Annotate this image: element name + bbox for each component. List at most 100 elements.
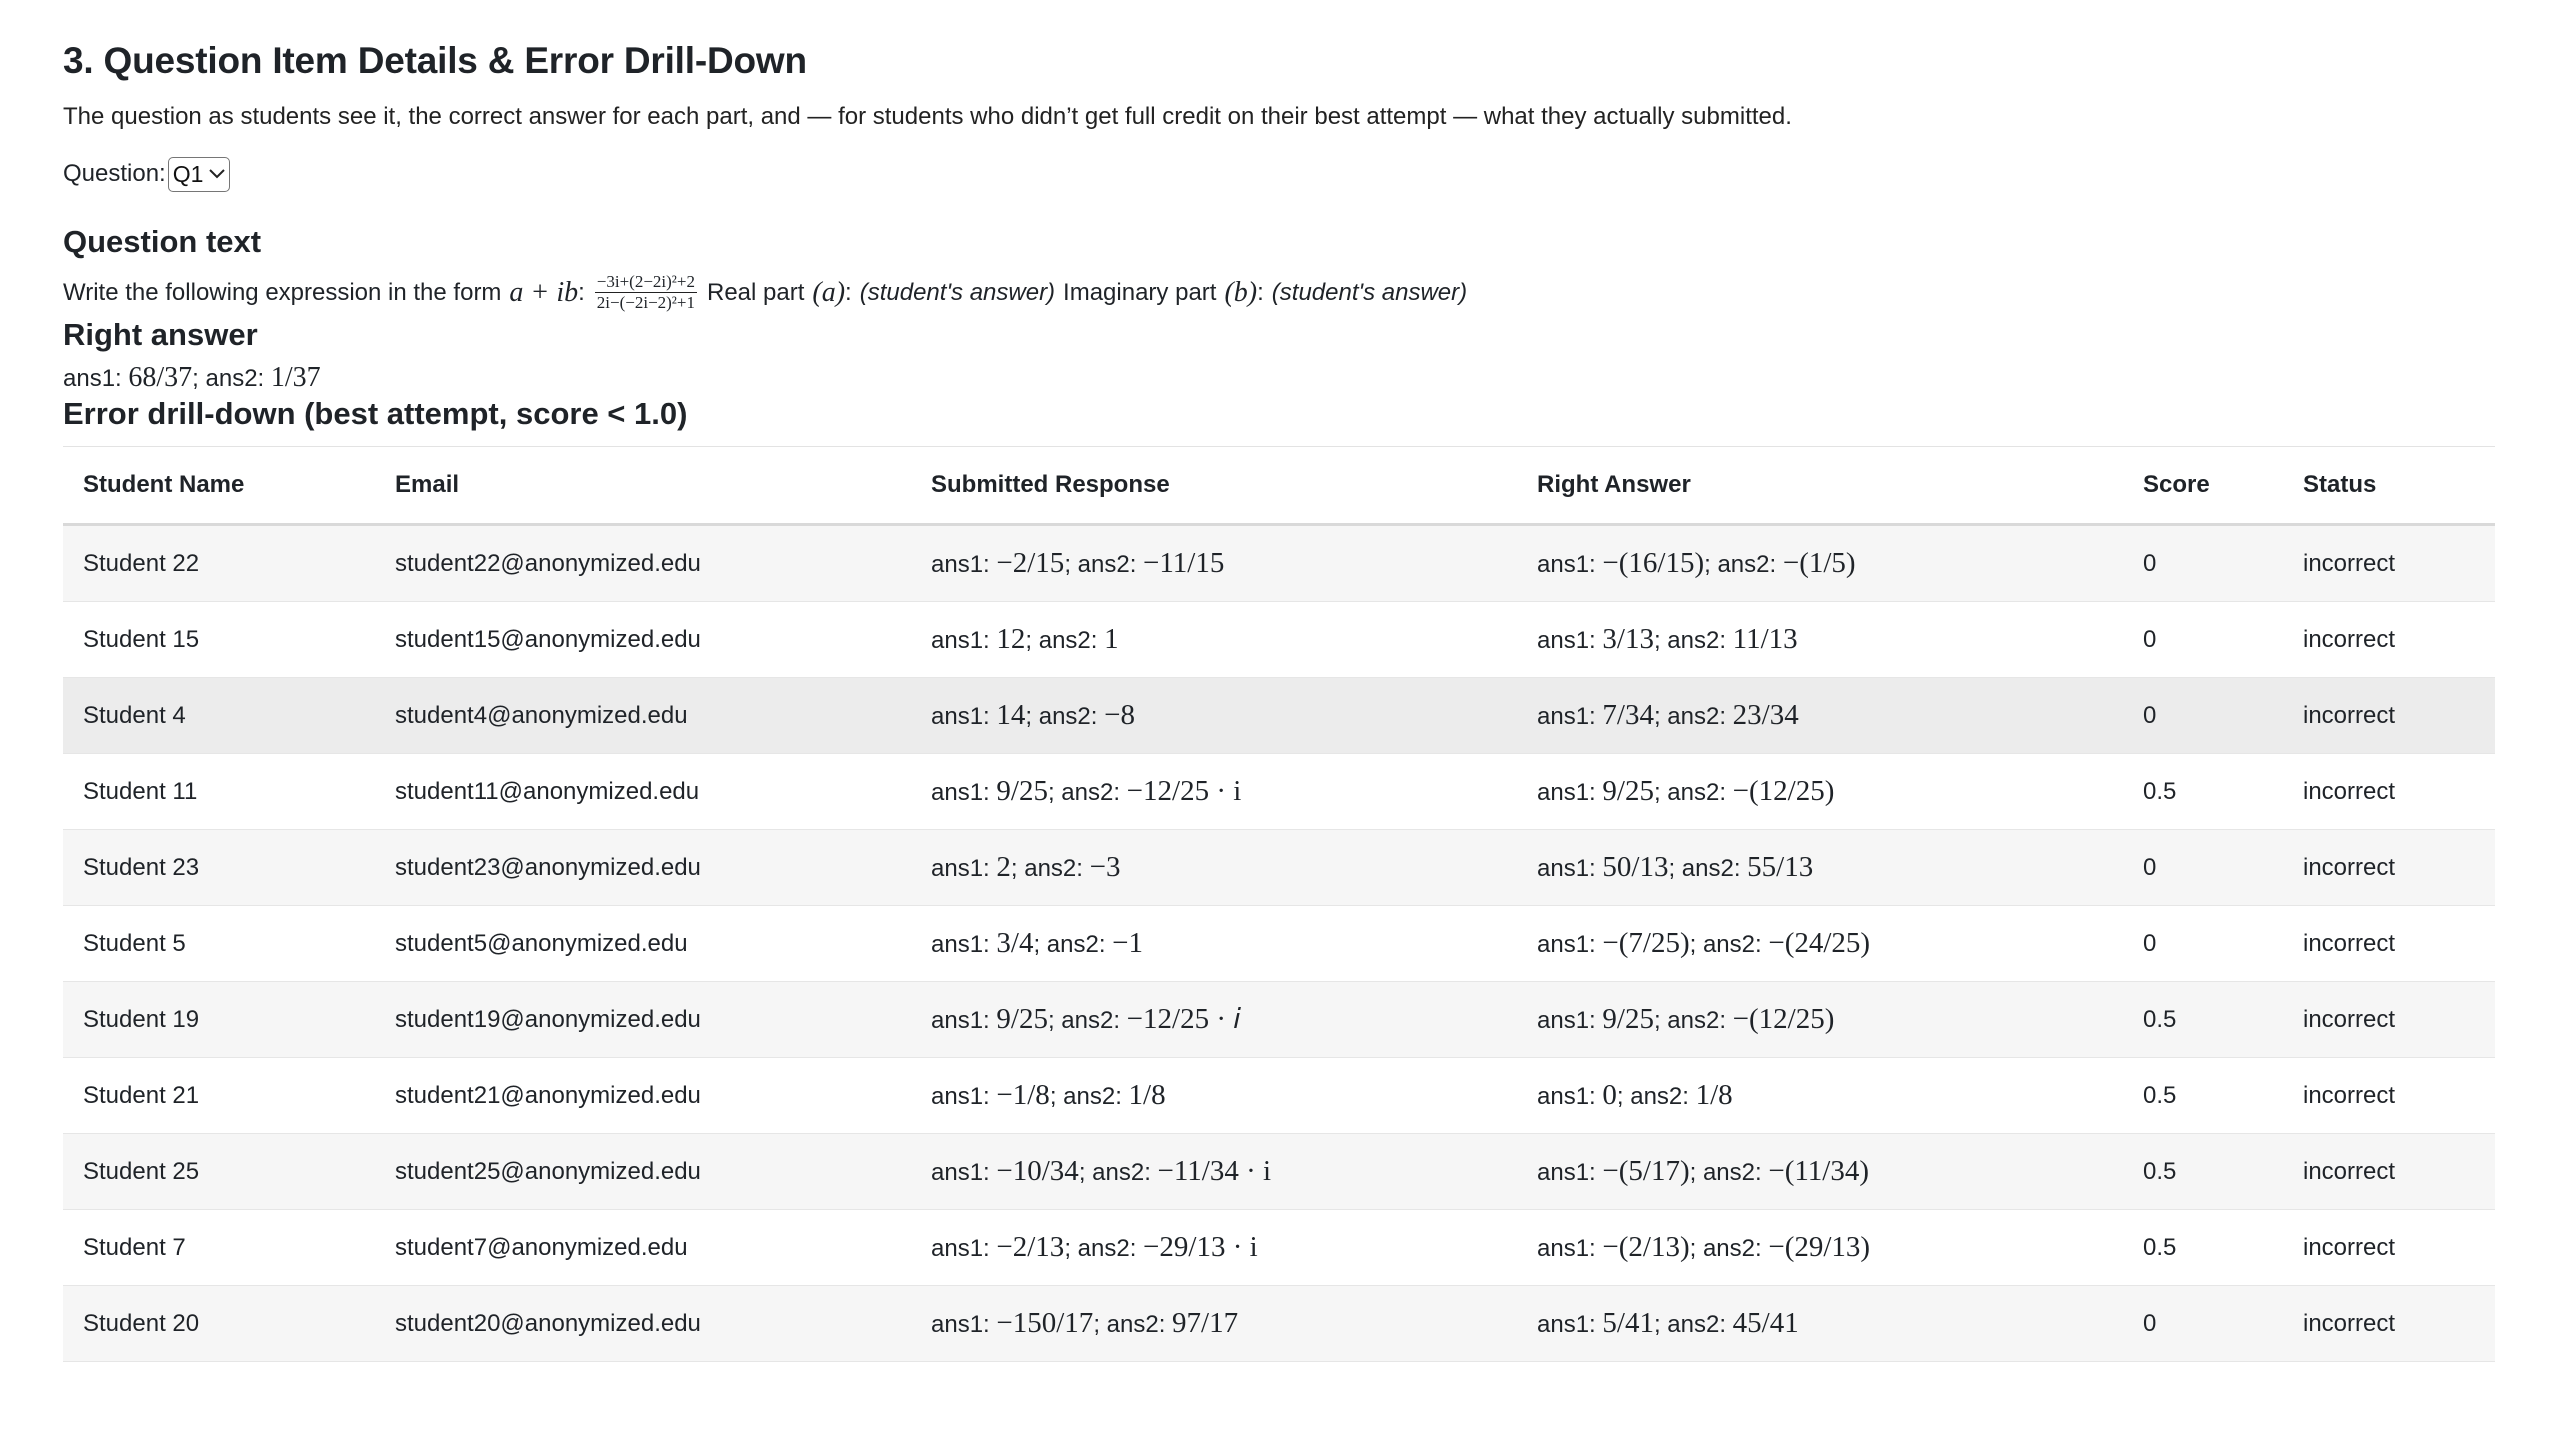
- cell-status: incorrect: [2283, 677, 2495, 754]
- submitted-ans2: 97/17: [1172, 1307, 1239, 1339]
- cell-submitted-response: ans1: 14; ans2: −8: [911, 677, 1517, 754]
- right-ans2: −(24/25): [1768, 927, 1871, 959]
- ans2-label: ; ans2:: [1653, 1311, 1733, 1338]
- error-drilldown-table: Student Name Email Submitted Response Ri…: [63, 446, 2495, 1362]
- question-colon: :: [578, 278, 585, 306]
- question-form-expression: a + ib: [509, 276, 579, 308]
- submitted-ans1: −2/15: [996, 547, 1065, 579]
- column-header-submitted-response[interactable]: Submitted Response: [911, 446, 1517, 526]
- cell-status: incorrect: [2283, 524, 2495, 602]
- table-row[interactable]: Student 20 student20@anonymized.edu ans1: …: [63, 1285, 2495, 1362]
- cell-email: student25@anonymized.edu: [375, 1133, 911, 1210]
- ans2-label: ; ans2:: [1653, 627, 1733, 654]
- table-row[interactable]: Student 23 student23@anonymized.edu ans1: …: [63, 829, 2495, 906]
- submitted-ans2: −29/13 · i: [1143, 1231, 1258, 1263]
- cell-status: incorrect: [2283, 1133, 2495, 1210]
- cell-submitted-response: ans1: 12; ans2: 1: [911, 601, 1517, 678]
- table-body: Student 22 student22@anonymized.edu ans1: …: [63, 524, 2495, 1362]
- right-ans2: −(12/25): [1732, 1003, 1835, 1035]
- column-header-right-answer[interactable]: Right Answer: [1517, 446, 2123, 526]
- table-row[interactable]: Student 21 student21@anonymized.edu ans1: …: [63, 1057, 2495, 1134]
- submitted-ans1: −2/13: [996, 1231, 1065, 1263]
- table-row[interactable]: Student 7 student7@anonymized.edu ans1: −2…: [63, 1209, 2495, 1286]
- table-row[interactable]: Student 5 student5@anonymized.edu ans1: 3/…: [63, 905, 2495, 982]
- cell-student-name: Student 5: [63, 905, 375, 982]
- ans1-label: ans1:: [931, 855, 997, 882]
- section-description: The question as students see it, the cor…: [63, 103, 1792, 130]
- cell-right-answer: ans1: 9/25; ans2: −(12/25): [1517, 981, 2123, 1058]
- right-answer-ans1: 68/37: [128, 362, 193, 393]
- column-header-score[interactable]: Score: [2123, 446, 2283, 526]
- cell-score: 0: [2123, 1285, 2283, 1362]
- ans1-label: ans1:: [1537, 627, 1603, 654]
- cell-email: student20@anonymized.edu: [375, 1285, 911, 1362]
- question-selector-label: Question:: [63, 160, 166, 187]
- real-part-label: Real part: [707, 278, 805, 306]
- table-row[interactable]: Student 19 student19@anonymized.edu ans1: …: [63, 981, 2495, 1058]
- submitted-ans1: 9/25: [996, 775, 1048, 807]
- cell-score: 0.5: [2123, 1057, 2283, 1134]
- ans2-label: ; ans2:: [1689, 1159, 1769, 1186]
- cell-score: 0: [2123, 601, 2283, 678]
- table-row[interactable]: Student 4 student4@anonymized.edu ans1: 14…: [63, 677, 2495, 754]
- question-selector-row: Question: Q1: [63, 156, 2495, 192]
- error-drilldown-heading: Error drill-down (best attempt, score < …: [63, 396, 688, 431]
- submitted-ans2: −8: [1104, 699, 1135, 731]
- column-header-student-name[interactable]: Student Name: [63, 446, 375, 526]
- cell-submitted-response: ans1: −150/17; ans2: 97/17: [911, 1285, 1517, 1362]
- right-ans1: −(16/15): [1602, 547, 1705, 579]
- cell-score: 0: [2123, 524, 2283, 602]
- imaginary-part-placeholder: (student's answer): [1271, 278, 1468, 306]
- ans2-label: ; ans2:: [1047, 1007, 1127, 1034]
- cell-status: incorrect: [2283, 1285, 2495, 1362]
- right-answer-heading: Right answer: [63, 317, 258, 352]
- column-header-status[interactable]: Status: [2283, 446, 2495, 526]
- chevron-down-icon: [209, 169, 226, 179]
- ans1-label: ans1:: [1537, 855, 1603, 882]
- submitted-ans1: −150/17: [996, 1307, 1094, 1339]
- table-row[interactable]: Student 15 student15@anonymized.edu ans1: …: [63, 601, 2495, 678]
- ans2-label: ; ans2:: [1025, 703, 1105, 730]
- right-ans2: −(29/13): [1768, 1231, 1871, 1263]
- ans2-label: ; ans2:: [1049, 1083, 1129, 1110]
- ans2-label: ; ans2:: [1010, 855, 1090, 882]
- submitted-ans2: −12/25 · i: [1126, 775, 1242, 807]
- ans2-label: ; ans2:: [1653, 1007, 1733, 1034]
- right-ans2: −(11/34): [1768, 1155, 1869, 1187]
- cell-right-answer: ans1: −(7/25); ans2: −(24/25): [1517, 905, 2123, 982]
- right-ans1: 9/25: [1602, 775, 1654, 807]
- cell-email: student4@anonymized.edu: [375, 677, 911, 754]
- table-row[interactable]: Student 11 student11@anonymized.edu ans1: …: [63, 753, 2495, 830]
- cell-score: 0: [2123, 905, 2283, 982]
- section-title: 3. Question Item Details & Error Drill-D…: [63, 40, 807, 81]
- submitted-ans1: 2: [996, 851, 1011, 883]
- right-answer-ans2-label: ; ans2:: [192, 365, 265, 392]
- ans2-label: ; ans2:: [1653, 703, 1733, 730]
- cell-email: student22@anonymized.edu: [375, 524, 911, 602]
- cell-submitted-response: ans1: 9/25; ans2: −12/25 · i: [911, 753, 1517, 830]
- cell-submitted-response: ans1: −1/8; ans2: 1/8: [911, 1057, 1517, 1134]
- cell-status: incorrect: [2283, 753, 2495, 830]
- table-row[interactable]: Student 25 student25@anonymized.edu ans1: …: [63, 1133, 2495, 1210]
- table-row[interactable]: Student 22 student22@anonymized.edu ans1: …: [63, 524, 2495, 602]
- ans2-label: ; ans2:: [1704, 551, 1783, 578]
- ans1-label: ans1:: [1537, 1235, 1603, 1262]
- fraction-numerator: −3i+(2−2i)²+2: [594, 272, 697, 293]
- cell-right-answer: ans1: −(2/13); ans2: −(29/13): [1517, 1209, 2123, 1286]
- submitted-ans2: 1: [1104, 623, 1119, 655]
- cell-status: incorrect: [2283, 905, 2495, 982]
- ans1-label: ans1:: [931, 1235, 997, 1262]
- cell-status: incorrect: [2283, 981, 2495, 1058]
- cell-status: incorrect: [2283, 1057, 2495, 1134]
- cell-submitted-response: ans1: 2; ans2: −3: [911, 829, 1517, 906]
- question-item-details-section: 3. Question Item Details & Error Drill-D…: [63, 34, 2495, 1362]
- ans1-label: ans1:: [1537, 1007, 1603, 1034]
- ans1-label: ans1:: [1537, 779, 1603, 806]
- right-answer-value: ans1: 68/37; ans2: 1/37: [63, 361, 2495, 396]
- column-header-email[interactable]: Email: [375, 446, 911, 526]
- submitted-ans2: −1: [1112, 927, 1144, 959]
- question-select[interactable]: Q1: [167, 156, 231, 192]
- submitted-ans1: −1/8: [996, 1079, 1050, 1111]
- right-ans2: 45/41: [1732, 1307, 1799, 1339]
- ans2-label: ; ans2:: [1653, 779, 1733, 806]
